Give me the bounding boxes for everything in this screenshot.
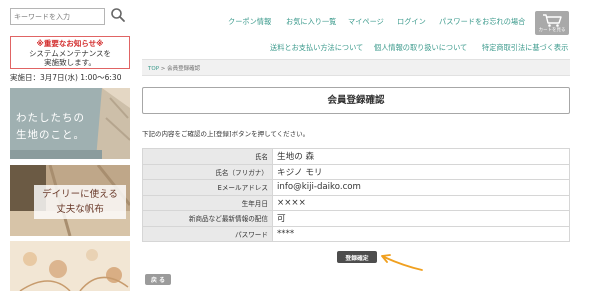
page-title: 会員登録確認 — [142, 87, 570, 114]
table-row: パスワード **** — [142, 225, 570, 242]
cart-label: カートを見る — [538, 28, 566, 33]
instruction-text: 下記の内容をご確認の上[登録]ボタンを押してください。 — [142, 130, 310, 138]
row-label: 生年月日 — [142, 194, 273, 211]
important-notice: ※重要なお知らせ※ システムメンテナンスを 実施致します。 — [10, 36, 130, 69]
banner-1-line-2: 生地のこと。 — [16, 129, 85, 141]
table-row: 生年月日 ×××× — [142, 194, 570, 211]
table-row: Eメールアドレス info@kiji-daiko.com — [142, 179, 570, 196]
banner-flower-image — [10, 241, 130, 291]
breadcrumb-separator: > — [160, 66, 166, 72]
sub-navigation: 送料とお支払い方法について 個人情報の取り扱いについて 特定商取引法に基づく表示 — [262, 43, 572, 55]
breadcrumb-home[interactable]: TOP — [148, 66, 159, 72]
nav-forgot-password[interactable]: パスワードをお忘れの場合 — [439, 17, 525, 27]
breadcrumb: TOP > 会員登録確認 — [142, 59, 570, 76]
row-label: パスワード — [142, 225, 273, 242]
submit-registration-button[interactable]: 登録確定 — [337, 251, 377, 263]
nav-coupon[interactable]: クーポン情報 — [228, 17, 271, 27]
link-commerce-law[interactable]: 特定商取引法に基づく表示 — [482, 43, 568, 53]
top-navigation: クーポン情報 お気に入り一覧 マイページ ログイン パスワードをお忘れの場合 — [220, 17, 532, 29]
back-button[interactable]: 戻 る — [145, 274, 171, 285]
banner-canvas[interactable]: デイリーに使える 丈夫な帆布 — [10, 165, 130, 236]
row-value: 可 — [272, 210, 570, 227]
nav-favorites[interactable]: お気に入り一覧 — [286, 17, 336, 27]
row-label: Eメールアドレス — [142, 179, 273, 196]
nav-mypage[interactable]: マイページ — [348, 17, 384, 27]
row-value: info@kiji-daiko.com — [272, 179, 570, 196]
row-label: 氏名（フリガナ） — [142, 163, 273, 180]
row-value: キジノ モリ — [272, 163, 570, 180]
row-value: **** — [272, 225, 570, 242]
notice-line-1: システムメンテナンスを — [28, 49, 112, 58]
table-row: 氏名（フリガナ） キジノ モリ — [142, 163, 570, 180]
cart-button[interactable]: カートを見る — [535, 11, 569, 35]
row-label: 氏名 — [142, 148, 273, 165]
search-icon[interactable] — [110, 7, 126, 24]
table-row: 氏名 生地の 森 — [142, 148, 570, 165]
banner-2-line-2: 丈夫な帆布 — [56, 204, 104, 215]
search-input[interactable] — [10, 8, 105, 25]
confirmation-table: 氏名 生地の 森 氏名（フリガナ） キジノ モリ Eメールアドレス info@k… — [142, 148, 570, 242]
notice-line-2: 実施致します。 — [44, 58, 96, 67]
row-value: 生地の 森 — [272, 148, 570, 165]
row-value: ×××× — [272, 194, 570, 211]
orange-arrow-annotation — [381, 254, 423, 271]
link-privacy[interactable]: 個人情報の取り扱いについて — [374, 43, 467, 53]
table-row: 新商品など最新情報の配信 可 — [142, 210, 570, 227]
row-label: 新商品など最新情報の配信 — [142, 210, 273, 227]
notice-title: ※重要なお知らせ※ — [36, 39, 104, 48]
notice-date: 実施日：3月7日(水) 1:00〜6:30 — [10, 73, 122, 82]
banner-dried-flowers[interactable] — [10, 241, 130, 291]
banner-2-line-1: デイリーに使える — [42, 189, 118, 200]
breadcrumb-current: 会員登録確認 — [167, 66, 201, 72]
link-shipping-payment[interactable]: 送料とお支払い方法について — [270, 43, 363, 53]
banner-about-fabric[interactable]: わたしたちの 生地のこと。 — [10, 88, 130, 159]
nav-login[interactable]: ログイン — [397, 17, 426, 27]
banner-1-line-1: わたしたちの — [16, 112, 85, 124]
